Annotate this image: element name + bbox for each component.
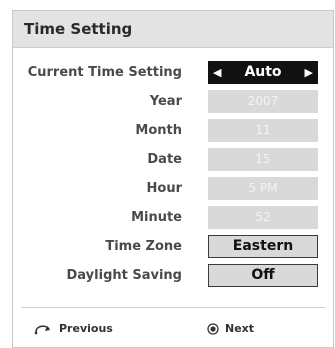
ok-button-icon — [207, 322, 219, 335]
current-time-setting-value: Auto — [244, 64, 282, 80]
footer-nav: Previous Next — [13, 314, 333, 344]
dialog-title: Time Setting — [13, 11, 333, 48]
hour-label: Hour — [146, 180, 182, 196]
row-month: Month 11 — [13, 118, 333, 142]
daylight-saving-label: Daylight Saving — [66, 267, 182, 283]
row-year: Year 2007 — [13, 89, 333, 113]
date-field: 15 — [208, 147, 318, 171]
year-label: Year — [149, 93, 182, 109]
month-label: Month — [135, 122, 182, 138]
current-time-setting-label: Current Time Setting — [27, 64, 182, 80]
arrow-left-icon[interactable]: ◀ — [213, 66, 221, 79]
daylight-saving-field[interactable]: Off — [208, 263, 318, 287]
month-field: 11 — [208, 118, 318, 142]
minute-field: 52 — [208, 205, 318, 229]
row-current-time-setting[interactable]: Current Time Setting ◀ Auto ▶ — [13, 60, 333, 84]
previous-label: Previous — [59, 322, 113, 335]
previous-button[interactable]: Previous — [33, 322, 113, 335]
next-button[interactable]: Next — [207, 322, 254, 335]
footer-divider — [21, 307, 325, 308]
year-field: 2007 — [208, 89, 318, 113]
current-time-setting-selector[interactable]: ◀ Auto ▶ — [208, 60, 318, 84]
time-setting-dialog: Time Setting Current Time Setting ◀ Auto… — [12, 10, 334, 348]
next-label: Next — [225, 322, 255, 335]
hour-field: 5 PM — [208, 176, 318, 200]
settings-list: Current Time Setting ◀ Auto ▶ Year 2007 … — [13, 60, 333, 292]
row-hour: Hour 5 PM — [13, 176, 333, 200]
time-zone-field[interactable]: Eastern — [208, 234, 318, 258]
arrow-right-icon[interactable]: ▶ — [305, 66, 313, 79]
return-icon — [34, 324, 50, 334]
time-zone-label: Time Zone — [105, 238, 182, 254]
minute-label: Minute — [131, 209, 182, 225]
date-label: Date — [147, 151, 182, 167]
row-date: Date 15 — [13, 147, 333, 171]
row-time-zone[interactable]: Time Zone Eastern — [13, 234, 333, 258]
row-daylight-saving[interactable]: Daylight Saving Off — [13, 263, 333, 287]
row-minute: Minute 52 — [13, 205, 333, 229]
